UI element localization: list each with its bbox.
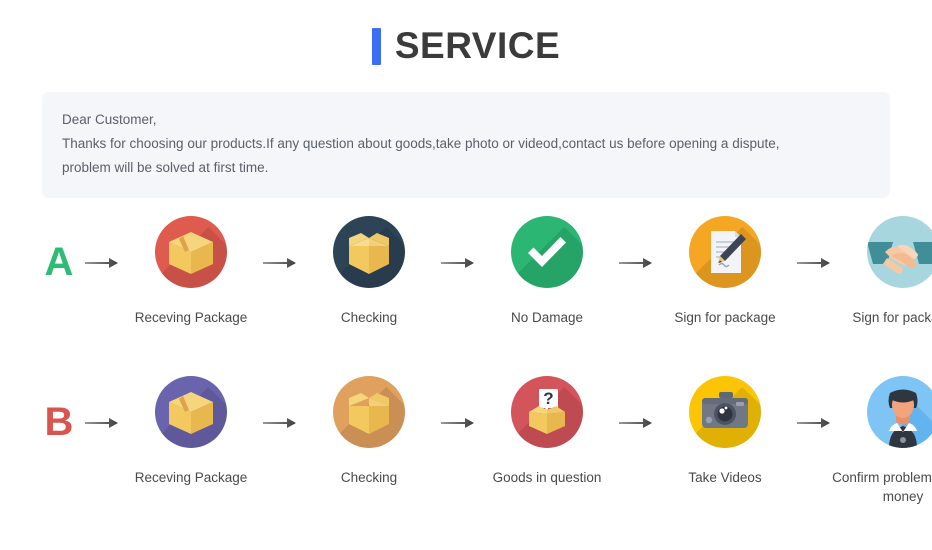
arrow-right-icon	[258, 216, 302, 270]
page-title: SERVICE	[394, 25, 561, 66]
svg-text:?: ?	[543, 389, 553, 408]
handshake-icon	[867, 216, 932, 288]
step-a2: Checking	[302, 216, 436, 327]
step-b5: Confirm problem,refund money	[832, 376, 932, 506]
closed-box-icon	[155, 376, 227, 448]
step-a3: No Damage	[480, 216, 614, 327]
arrow-right-icon	[792, 216, 836, 270]
camera-icon	[689, 376, 761, 448]
arrow-right-icon	[436, 216, 480, 270]
arrow-right-icon	[258, 376, 302, 430]
page-header: SERVICE	[0, 0, 932, 92]
notice-line-3: problem will be solved at first time.	[62, 160, 269, 175]
arrow-right-icon	[80, 216, 124, 270]
step-label: Receving Package	[134, 310, 248, 325]
title-accent-bar	[371, 27, 381, 65]
step-label: Checking	[340, 470, 398, 485]
notice-line-2: Thanks for choosing our products.If any …	[62, 136, 780, 151]
step-label: Receving Package	[134, 470, 248, 485]
step-b3: ? Goods in question	[480, 376, 614, 487]
step-a5: Sign for package	[836, 216, 932, 327]
step-label: Sign for package	[852, 310, 932, 325]
step-label: Confirm problem,refund money	[832, 470, 932, 504]
flow-row-b: B Receving Package Checking ? Goods in q…	[38, 376, 932, 536]
flow-row-a: A Receving Package Checking No Damage Si…	[38, 216, 932, 376]
question-box-icon: ?	[511, 376, 583, 448]
service-flow: A Receving Package Checking No Damage Si…	[0, 216, 932, 536]
notice-line-1: Dear Customer,	[62, 112, 157, 127]
step-b2: Checking	[302, 376, 436, 487]
closed-box-icon	[155, 216, 227, 288]
arrow-right-icon	[792, 376, 836, 430]
flow-label-a: A	[44, 240, 74, 284]
arrow-right-icon	[80, 376, 124, 430]
step-label: Sign for package	[674, 310, 776, 325]
arrow-right-icon	[614, 216, 658, 270]
step-b1: Receving Package	[124, 376, 258, 487]
person-avatar-icon	[867, 376, 932, 448]
step-a4: Sign for package	[658, 216, 792, 327]
open-box-icon	[333, 376, 405, 448]
step-label: No Damage	[510, 310, 584, 325]
arrow-right-icon	[436, 376, 480, 430]
customer-notice: Dear Customer, Thanks for choosing our p…	[42, 92, 890, 198]
flow-label-b: B	[44, 400, 74, 444]
document-pen-icon	[689, 216, 761, 288]
step-b4: Take Videos	[658, 376, 792, 487]
check-mark-icon	[511, 216, 583, 288]
step-label: Goods in question	[492, 470, 602, 485]
open-box-icon	[333, 216, 405, 288]
arrow-right-icon	[614, 376, 658, 430]
step-a1: Receving Package	[124, 216, 258, 327]
step-label: Take Videos	[688, 470, 762, 485]
step-label: Checking	[340, 310, 398, 325]
